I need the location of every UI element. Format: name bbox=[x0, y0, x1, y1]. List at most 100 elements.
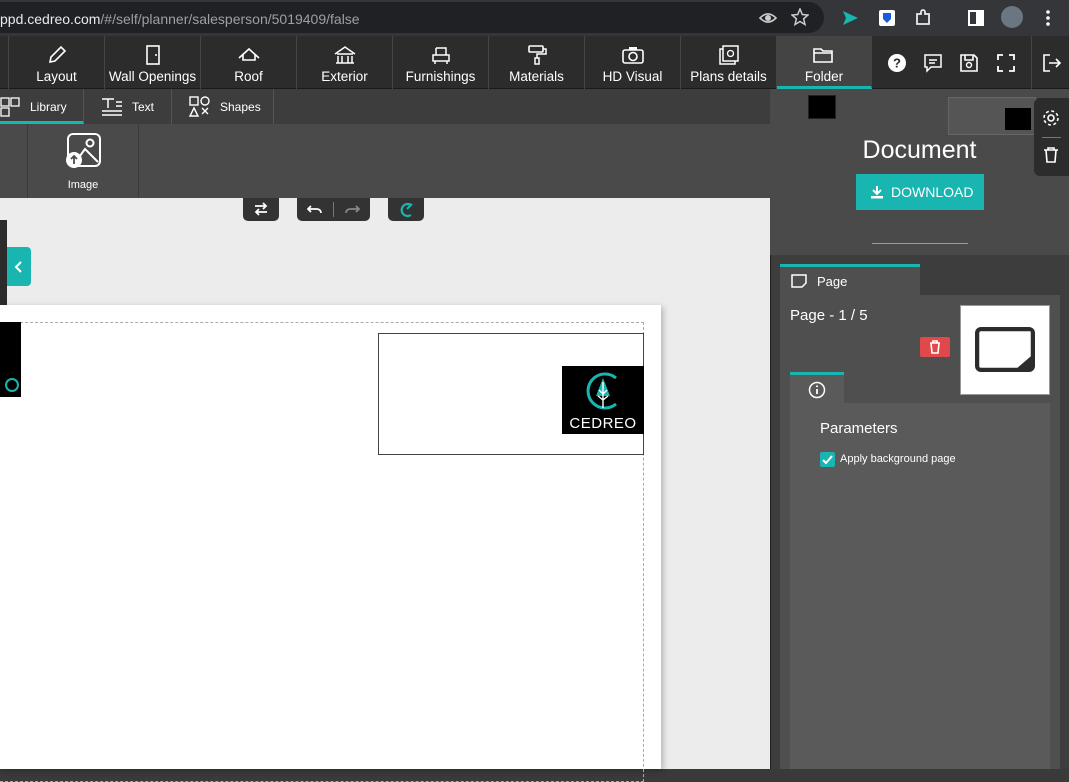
url-text: ppd.cedreo.com/#/self/planner/salesperso… bbox=[0, 11, 360, 27]
left-logo-fragment[interactable] bbox=[0, 322, 21, 397]
toolbar-edge bbox=[0, 36, 9, 89]
tool-materials[interactable]: Materials bbox=[489, 36, 585, 89]
camera-icon bbox=[621, 47, 644, 64]
tool-exterior[interactable]: Exterior bbox=[297, 36, 393, 89]
main-toolbar: Layout Wall Openings Roof Exterior Furni… bbox=[0, 36, 1069, 89]
magnet-icon bbox=[400, 202, 413, 218]
magnet-snap-button[interactable] bbox=[388, 198, 424, 221]
preview-footer-line bbox=[872, 243, 968, 244]
logout-icon[interactable] bbox=[1041, 52, 1063, 74]
undo-redo-group bbox=[297, 198, 370, 221]
text-format-icon bbox=[102, 98, 122, 116]
tool-label: Exterior bbox=[321, 69, 368, 84]
tool-label: Plans details bbox=[690, 69, 767, 84]
tool-roof[interactable]: Roof bbox=[201, 36, 297, 89]
delete-page-button[interactable] bbox=[920, 337, 950, 357]
document-preview bbox=[770, 89, 1069, 255]
parameters-title: Parameters bbox=[820, 420, 898, 437]
download-label: DOWNLOAD bbox=[891, 184, 974, 200]
armchair-icon bbox=[431, 47, 450, 64]
sub-toolbar: Library Text Shapes bbox=[0, 89, 770, 124]
tab-page-label: Page bbox=[817, 274, 848, 289]
fullscreen-icon[interactable] bbox=[995, 52, 1017, 74]
undo-redo-divider bbox=[333, 202, 334, 217]
info-icon bbox=[808, 381, 826, 399]
settings-gear-icon[interactable] bbox=[1042, 109, 1060, 127]
trash-icon[interactable] bbox=[1043, 146, 1059, 164]
star-icon[interactable] bbox=[791, 8, 809, 26]
svg-text:?: ? bbox=[893, 56, 901, 71]
side-panel-icon[interactable] bbox=[966, 8, 986, 28]
comment-icon[interactable] bbox=[922, 52, 944, 74]
tool-furnishings[interactable]: Furnishings bbox=[393, 36, 489, 89]
tab-shapes-label: Shapes bbox=[220, 100, 261, 114]
folder-icon bbox=[813, 48, 833, 63]
preview-logo bbox=[1005, 108, 1031, 130]
pencil-icon bbox=[48, 45, 66, 64]
shapes-icon bbox=[188, 96, 210, 117]
page-shape-icon bbox=[976, 328, 1034, 371]
logo-text: CEDREO bbox=[569, 415, 637, 432]
redo-icon[interactable] bbox=[344, 203, 360, 215]
eye-icon[interactable] bbox=[758, 10, 778, 26]
page-indicator: Page - 1 / 5 bbox=[790, 307, 868, 324]
collapse-panel-button[interactable] bbox=[7, 247, 31, 286]
preview-logo-small bbox=[808, 95, 836, 119]
undo-icon[interactable] bbox=[307, 203, 323, 215]
tab-shapes[interactable]: Shapes bbox=[172, 89, 274, 124]
help-icon[interactable]: ? bbox=[886, 52, 908, 74]
library-panel: Image bbox=[0, 124, 770, 198]
tab-library[interactable]: Library bbox=[0, 89, 84, 124]
tool-wall-openings[interactable]: Wall Openings bbox=[105, 36, 201, 89]
page-thumbnail[interactable] bbox=[960, 305, 1050, 395]
checkmark-icon bbox=[822, 455, 833, 465]
apply-background-label: Apply background page bbox=[840, 453, 956, 465]
tool-label: Materials bbox=[509, 69, 564, 84]
trash-icon bbox=[930, 340, 940, 354]
paint-roller-icon bbox=[527, 45, 547, 65]
download-button[interactable]: DOWNLOAD bbox=[856, 174, 984, 210]
preview-header-frame bbox=[948, 97, 1036, 135]
extensions-puzzle-icon[interactable] bbox=[913, 8, 933, 28]
image-upload-icon bbox=[66, 133, 101, 168]
side-tools-divider bbox=[1042, 137, 1061, 138]
chevron-left-icon bbox=[14, 261, 22, 273]
tool-label: Layout bbox=[36, 69, 77, 84]
toolbar-divider bbox=[1031, 36, 1032, 89]
tool-plans-details[interactable]: Plans details bbox=[681, 36, 777, 89]
document-title: Document bbox=[862, 136, 977, 164]
door-icon bbox=[145, 45, 160, 65]
image-library-item[interactable]: Image bbox=[27, 124, 139, 198]
swap-button[interactable] bbox=[243, 198, 279, 221]
tab-page[interactable]: Page bbox=[780, 264, 920, 296]
plans-icon bbox=[718, 45, 739, 65]
tab-info[interactable] bbox=[790, 372, 844, 404]
tool-label: HD Visual bbox=[602, 69, 663, 84]
roof-icon bbox=[237, 47, 260, 61]
tool-layout[interactable]: Layout bbox=[9, 36, 105, 89]
library-icon bbox=[0, 97, 20, 117]
tab-library-label: Library bbox=[30, 100, 67, 114]
tool-hd-visual[interactable]: HD Visual bbox=[585, 36, 681, 89]
send-extension-icon[interactable] bbox=[840, 8, 860, 28]
tool-folder[interactable]: Folder bbox=[777, 36, 872, 89]
browser-toolbar: ppd.cedreo.com/#/self/planner/salesperso… bbox=[0, 0, 1069, 36]
profile-avatar[interactable] bbox=[1001, 6, 1023, 28]
logo-ring-fragment-icon bbox=[5, 378, 19, 392]
tab-text[interactable]: Text bbox=[84, 89, 172, 124]
side-tools bbox=[1034, 98, 1069, 176]
tool-label: Wall Openings bbox=[108, 69, 197, 84]
cedreo-tree-logo-icon bbox=[586, 372, 617, 410]
kebab-menu-icon[interactable] bbox=[1038, 8, 1058, 28]
save-icon[interactable] bbox=[958, 52, 980, 74]
download-icon bbox=[871, 186, 883, 199]
house-exterior-icon bbox=[334, 46, 355, 64]
address-bar[interactable]: ppd.cedreo.com/#/self/planner/salesperso… bbox=[0, 2, 824, 33]
tool-label: Furnishings bbox=[405, 69, 476, 84]
company-logo[interactable]: CEDREO bbox=[562, 366, 644, 434]
swap-arrows-icon bbox=[254, 202, 268, 216]
tool-label: Folder bbox=[804, 69, 844, 84]
page-icon bbox=[791, 274, 807, 288]
apply-background-checkbox[interactable] bbox=[820, 452, 835, 467]
bitwarden-extension-icon[interactable] bbox=[877, 8, 897, 28]
